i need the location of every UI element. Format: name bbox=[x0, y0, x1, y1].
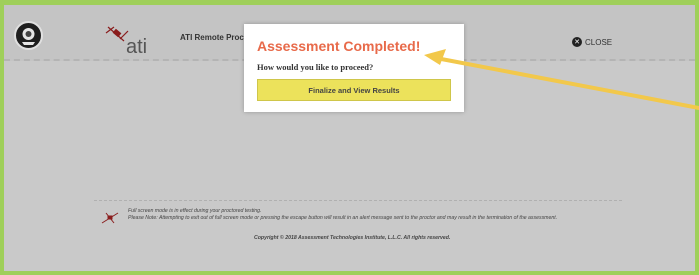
close-icon: ✕ bbox=[572, 37, 582, 47]
footer-satellite-icon bbox=[101, 212, 119, 224]
fullscreen-warning: Please Note: Attempting to exit out of f… bbox=[128, 215, 558, 221]
fullscreen-note: Full screen mode is in effect during you… bbox=[128, 208, 262, 214]
webcam-icon bbox=[14, 21, 43, 50]
close-label: CLOSE bbox=[585, 37, 613, 47]
ati-logo-text: ati bbox=[126, 36, 147, 57]
dialog-question: How would you like to proceed? bbox=[257, 62, 374, 72]
assessment-completed-dialog: Assessment Completed! How would you like… bbox=[244, 24, 464, 112]
close-button[interactable]: ✕ CLOSE bbox=[572, 37, 612, 47]
dialog-title: Assessment Completed! bbox=[257, 38, 421, 54]
copyright: Copyright © 2018 Assessment Technologies… bbox=[254, 235, 451, 241]
footer: Full screen mode is in effect during you… bbox=[94, 200, 622, 249]
ati-logo: ati bbox=[105, 26, 147, 57]
finalize-results-button[interactable]: Finalize and View Results bbox=[257, 79, 451, 101]
